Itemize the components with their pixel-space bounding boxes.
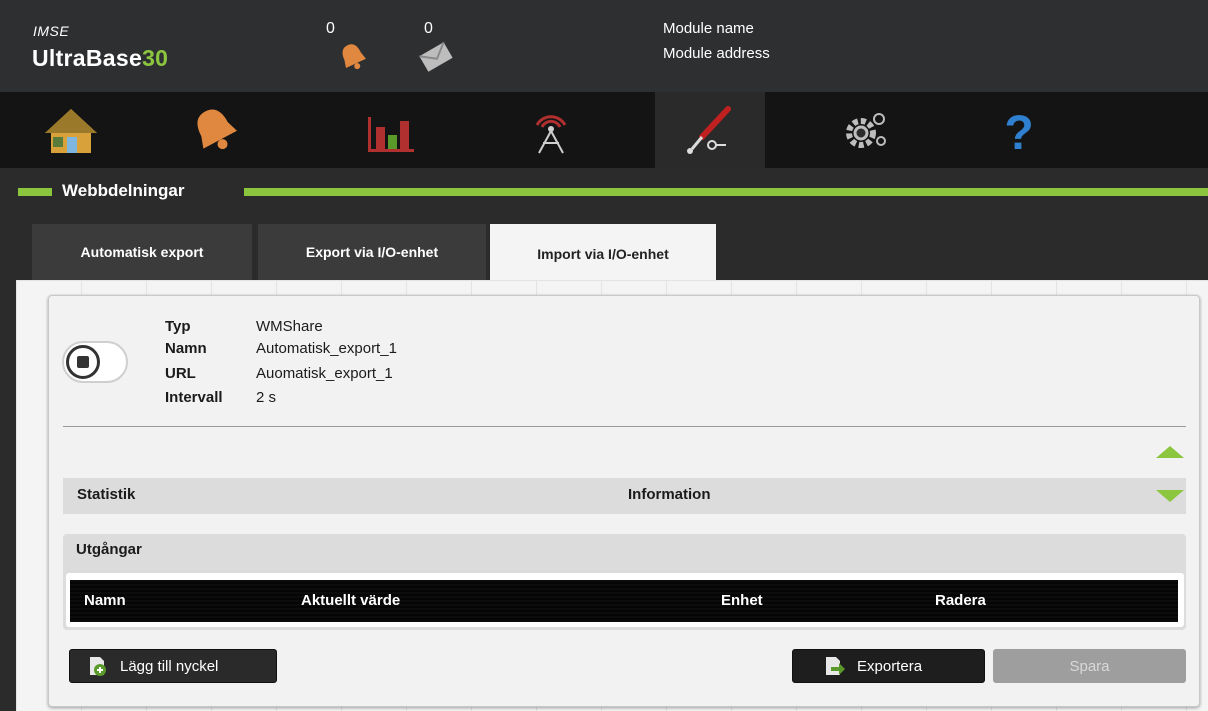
nav-alarms[interactable] [160, 92, 270, 168]
column-header-unit: Enhet [721, 592, 763, 609]
tab-import-io[interactable]: Import via I/O-enhet [490, 224, 716, 284]
main-nav: ? [0, 92, 1208, 168]
bar-chart-icon [368, 117, 414, 152]
outputs-title: Utgångar [76, 541, 142, 558]
stop-icon [66, 345, 100, 379]
type-value: WMShare [256, 318, 323, 335]
section-accent-right [244, 188, 1208, 196]
information-label: Information [628, 486, 711, 503]
save-button[interactable]: Spara [993, 649, 1186, 683]
url-value: Auomatisk_export_1 [256, 365, 393, 382]
settings-gears-icon [846, 113, 886, 148]
tab-export-io[interactable]: Export via I/O-enhet [258, 224, 486, 280]
add-key-button[interactable]: Lägg till nyckel [69, 649, 277, 683]
export-label: Exportera [857, 657, 923, 675]
section-accent-left [18, 188, 52, 196]
collapse-up-icon[interactable] [1156, 446, 1184, 458]
module-address: Module address [663, 45, 770, 62]
brand-name: UltraBase [32, 45, 143, 71]
app-header: IMSE UltraBase30 0 0 Module name Module … [0, 0, 1208, 92]
nav-home[interactable] [16, 92, 126, 168]
nav-settings[interactable] [810, 92, 920, 168]
nav-tools[interactable] [655, 92, 765, 168]
tab-automatisk-export[interactable]: Automatisk export [32, 224, 252, 280]
type-label: Typ [165, 318, 191, 335]
interval-value: 2 s [256, 389, 277, 406]
name-value: Automatisk_export_1 [256, 340, 397, 357]
envelope-icon[interactable] [417, 40, 455, 79]
name-label: Namn [165, 340, 207, 357]
add-key-label: Lägg till nyckel [120, 657, 219, 675]
expand-down-icon[interactable] [1156, 490, 1184, 502]
divider [63, 426, 1186, 427]
module-name: Module name [663, 20, 754, 37]
add-document-icon [90, 657, 106, 676]
interval-label: Intervall [165, 389, 223, 406]
home-icon [45, 109, 97, 153]
section-header: Webbdelningar [0, 168, 1208, 220]
outputs-table-header [70, 580, 1178, 622]
nav-communication[interactable] [496, 92, 606, 168]
column-header-delete: Radera [935, 592, 986, 609]
column-header-current-value: Aktuellt värde [301, 592, 401, 609]
enable-toggle[interactable] [62, 341, 128, 383]
column-header-name: Namn [84, 592, 126, 609]
alarm-count: 0 [326, 20, 335, 37]
export-document-icon [826, 657, 845, 675]
alarm-bell-icon [197, 109, 237, 150]
antenna-icon [535, 115, 567, 154]
alarm-bell-icon[interactable] [336, 40, 370, 79]
nav-statistics[interactable] [335, 92, 445, 168]
statistics-bar[interactable] [63, 478, 1186, 514]
url-label: URL [165, 365, 196, 382]
export-button[interactable]: Exportera [792, 649, 985, 683]
tools-icon [687, 106, 731, 154]
statistics-label: Statistik [77, 486, 136, 503]
brand-logo: UltraBase30 [32, 45, 168, 72]
help-icon: ? [1004, 107, 1033, 157]
brand-number: 30 [142, 45, 169, 71]
nav-help[interactable]: ? [964, 92, 1074, 168]
brand-vendor: IMSE [33, 23, 70, 39]
message-count: 0 [424, 20, 433, 37]
svg-text:?: ? [1004, 107, 1033, 157]
page-title: Webbdelningar [62, 181, 185, 200]
